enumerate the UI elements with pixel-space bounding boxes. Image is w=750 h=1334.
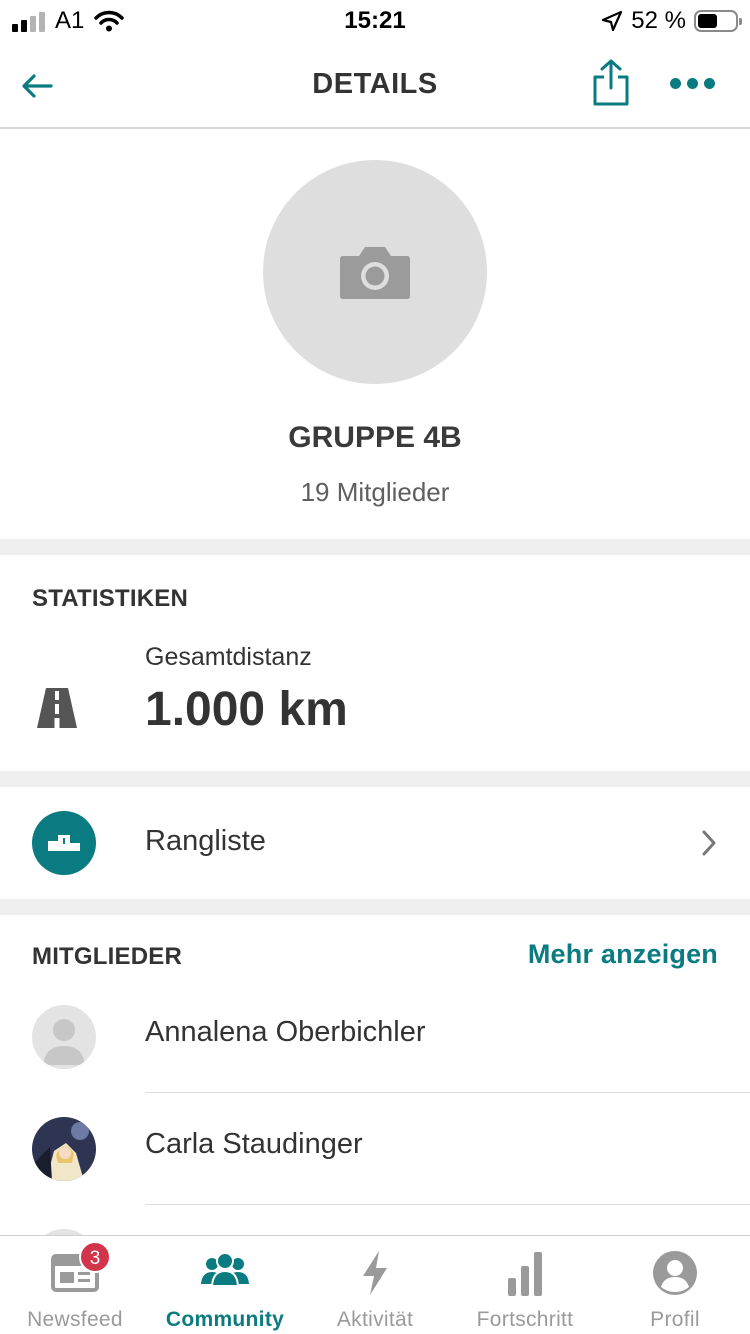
lightning-icon xyxy=(363,1251,387,1295)
member-count: 19 Mitglieder xyxy=(300,477,450,507)
tab-bar: 3 Newsfeed Community Aktivität Fortschri… xyxy=(0,1235,750,1334)
tab-newsfeed[interactable]: 3 Newsfeed xyxy=(0,1236,150,1334)
more-dot-icon xyxy=(704,77,715,89)
members-section: MITGLIEDER Mehr anzeigen Annalena Oberbi… xyxy=(0,915,750,1293)
leaderboard-label: Rangliste xyxy=(145,825,266,857)
total-distance-label: Gesamtdistanz xyxy=(145,643,312,671)
tab-label: Aktivität xyxy=(336,1308,414,1331)
road-icon xyxy=(37,688,77,728)
bar-chart-icon xyxy=(508,1252,542,1296)
more-dot-icon xyxy=(687,77,698,89)
section-divider xyxy=(0,539,750,555)
chevron-right-icon xyxy=(702,830,716,856)
podium-icon xyxy=(48,835,80,851)
tab-progress[interactable]: Fortschritt xyxy=(450,1236,600,1334)
community-icon xyxy=(201,1252,249,1287)
leaderboard-row[interactable]: Rangliste xyxy=(0,787,750,899)
status-bar: A1 15:21 52 % xyxy=(0,0,750,44)
statistics-heading: STATISTIKEN xyxy=(32,585,188,612)
statistics-section: STATISTIKEN Gesamtdistanz 1.000 km xyxy=(0,555,750,771)
nav-header: DETAILS xyxy=(0,44,750,129)
more-options-button[interactable] xyxy=(670,68,720,98)
tab-profile[interactable]: Profil xyxy=(600,1236,750,1334)
profile-icon xyxy=(653,1251,697,1295)
podium-icon-badge xyxy=(32,811,96,875)
share-button[interactable] xyxy=(590,58,632,108)
member-row[interactable]: Carla Staudinger xyxy=(0,1027,750,1205)
tab-community[interactable]: Community xyxy=(150,1236,300,1334)
camera-icon xyxy=(340,247,410,299)
location-arrow-icon xyxy=(602,10,623,32)
tab-label: Newsfeed xyxy=(27,1308,123,1331)
battery-icon xyxy=(694,10,742,32)
page-title: DETAILS xyxy=(312,68,438,100)
group-name: GRUPPE 4B xyxy=(288,421,462,454)
tab-label: Profil xyxy=(650,1308,700,1331)
tab-activity[interactable]: Aktivität xyxy=(300,1236,450,1334)
section-divider xyxy=(0,771,750,787)
group-header: GRUPPE 4B 19 Mitglieder xyxy=(0,131,750,539)
total-distance-value: 1.000 km xyxy=(145,683,348,736)
section-divider xyxy=(0,899,750,915)
more-dot-icon xyxy=(670,77,681,89)
battery-percent: 52 % xyxy=(631,7,686,34)
status-right: 52 % xyxy=(601,7,742,35)
share-icon xyxy=(593,59,629,106)
group-photo-placeholder[interactable] xyxy=(263,160,487,384)
tab-label: Fortschritt xyxy=(476,1308,574,1331)
notification-badge: 3 xyxy=(79,1241,111,1273)
member-row[interactable]: Annalena Oberbichler xyxy=(0,915,750,1093)
tab-label: Community xyxy=(165,1308,285,1331)
